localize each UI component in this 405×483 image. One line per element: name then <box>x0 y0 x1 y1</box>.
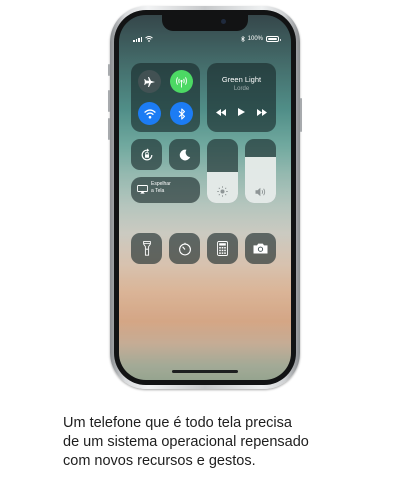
bluetooth-toggle[interactable] <box>170 102 193 125</box>
sun-icon <box>217 186 228 197</box>
wifi-icon <box>143 108 156 118</box>
next-track-icon[interactable] <box>257 108 267 116</box>
volume-icon-wrap <box>245 187 276 197</box>
battery-icon <box>266 36 281 42</box>
iphone-device: 100% Green Light Lorde Espelhar a Tela <box>108 6 302 389</box>
side-button <box>300 98 302 132</box>
volume-up-button <box>108 90 110 112</box>
wifi-toggle[interactable] <box>138 102 161 125</box>
caption-line-1: Um telefone que é todo tela precisa <box>63 415 292 431</box>
music-module[interactable]: Green Light Lorde <box>207 63 276 132</box>
playback-controls <box>207 108 276 116</box>
notch <box>162 15 248 31</box>
flashlight-button[interactable] <box>131 233 162 264</box>
caption-line-3: com novos recursos e gestos. <box>63 453 256 469</box>
brightness-icon-wrap <box>207 186 238 197</box>
screen-mirroring-icon <box>137 185 148 194</box>
status-bar-right: 100% <box>240 36 281 42</box>
camera-button[interactable] <box>245 233 276 264</box>
cellular-data-icon <box>176 76 187 87</box>
brightness-slider[interactable] <box>207 139 238 203</box>
camera-icon <box>253 243 268 254</box>
screen-mirroring-button[interactable]: Espelhar a Tela <box>131 177 200 203</box>
caption-text: Um telefone que é todo tela precisa de u… <box>63 414 393 471</box>
caption-line-2: de um sistema operacional repensado <box>63 434 309 450</box>
speaker-icon <box>255 187 265 197</box>
timer-button[interactable] <box>169 233 200 264</box>
mute-switch <box>108 64 110 76</box>
calculator-icon <box>217 241 228 256</box>
volume-down-button <box>108 118 110 140</box>
play-icon[interactable] <box>238 108 245 116</box>
volume-slider[interactable] <box>245 139 276 203</box>
airplane-icon <box>143 76 155 87</box>
cellular-data-toggle[interactable] <box>170 70 193 93</box>
battery-percentage: 100% <box>247 36 263 42</box>
do-not-disturb-button[interactable] <box>169 139 200 170</box>
orientation-lock-button[interactable] <box>131 139 162 170</box>
bluetooth-status-icon <box>240 36 245 42</box>
rotation-lock-icon <box>141 148 152 160</box>
moon-icon <box>179 149 190 160</box>
airplane-mode-toggle[interactable] <box>138 70 161 93</box>
connectivity-module <box>131 63 200 132</box>
previous-track-icon[interactable] <box>216 108 226 116</box>
status-bar-left <box>133 36 153 42</box>
bluetooth-icon <box>178 107 185 120</box>
song-title: Green Light <box>221 75 262 84</box>
wifi-status-icon <box>145 36 153 42</box>
signal-bars-icon <box>133 36 142 42</box>
front-camera <box>221 19 226 24</box>
control-center-screen: 100% Green Light Lorde Espelhar a Tela <box>119 15 291 380</box>
flashlight-icon <box>142 241 151 256</box>
screen-mirroring-label: Espelhar a Tela <box>151 181 171 194</box>
home-indicator[interactable] <box>172 370 238 373</box>
song-artist: Lorde <box>233 86 250 92</box>
calculator-button[interactable] <box>207 233 238 264</box>
timer-icon <box>178 242 191 255</box>
